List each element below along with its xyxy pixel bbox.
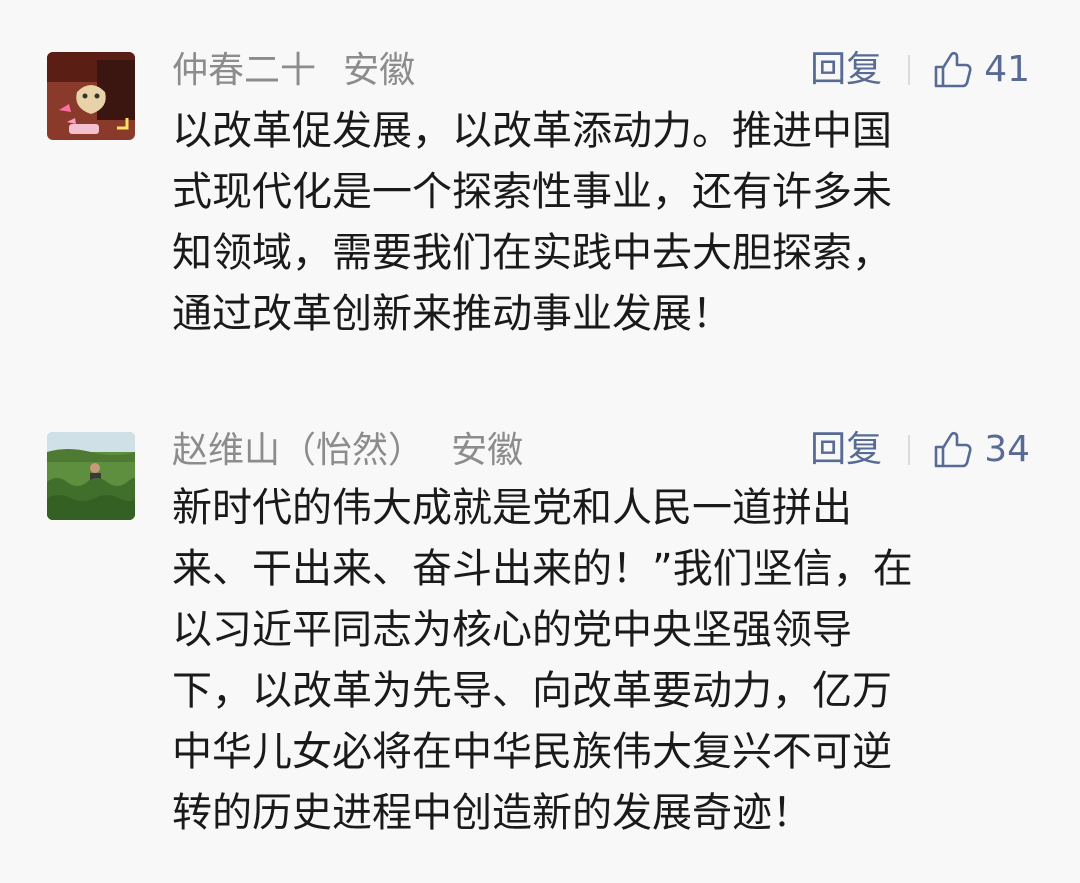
- avatar[interactable]: [47, 52, 135, 140]
- comment-text: 以改革促发展，以改革添动力。推进中国 式现代化是一个探索性事业，还有许多未 知领…: [172, 108, 892, 337]
- thumbs-up-icon: [934, 431, 972, 468]
- reply-button[interactable]: 回复: [810, 420, 882, 480]
- reply-button[interactable]: 回复: [810, 40, 882, 100]
- location: 安徽: [451, 429, 524, 471]
- comment-actions: 回复 34: [810, 420, 1030, 480]
- divider: [908, 55, 911, 85]
- nickname[interactable]: 仲春二十: [172, 41, 316, 101]
- comment-header: 仲春二十 安徽 回复 41: [172, 40, 1030, 100]
- comment-header: 赵维山（怡然） 安徽 回复 34: [172, 420, 1030, 480]
- nickname[interactable]: 赵维山（怡然）: [172, 421, 424, 481]
- location: 安徽: [343, 49, 416, 91]
- like-count: 41: [984, 49, 1030, 90]
- comment-text: 新时代的伟大成就是党和人民一道拼出 来、干出来、奋斗出来的！”我们坚信，在 以习…: [172, 485, 913, 836]
- comment-actions: 回复 41: [810, 40, 1030, 100]
- like-button[interactable]: 34: [932, 420, 1030, 480]
- like-button[interactable]: 41: [932, 40, 1030, 100]
- avatar-field-image: [47, 432, 135, 520]
- divider: [908, 435, 911, 465]
- thumbs-up-icon: [934, 51, 972, 88]
- avatar[interactable]: [47, 432, 135, 520]
- like-count: 34: [984, 429, 1030, 470]
- avatar-cat-image: [47, 52, 135, 140]
